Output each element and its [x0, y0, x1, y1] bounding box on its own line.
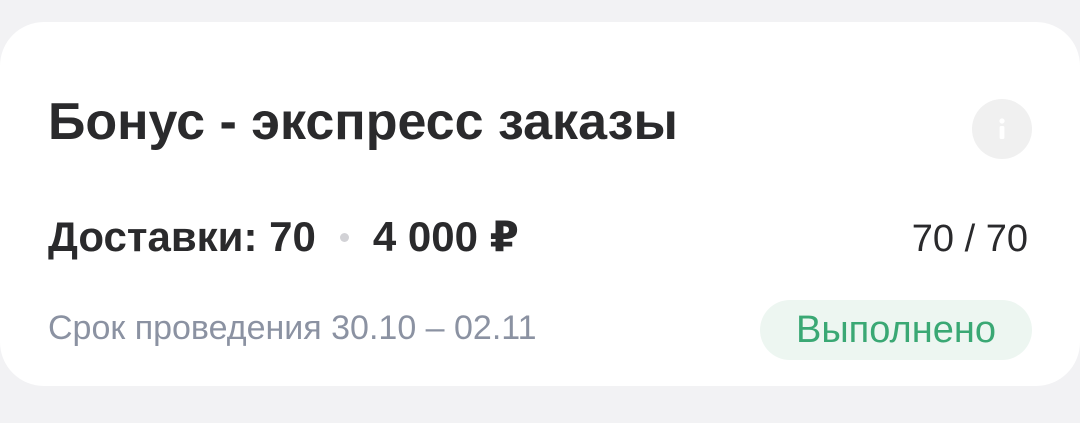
- separator-dot: [339, 232, 349, 242]
- bonus-title: Бонус - экспресс заказы: [48, 93, 678, 151]
- info-button[interactable]: [972, 99, 1032, 159]
- bonus-period: Срок проведения 30.10 – 02.11: [48, 309, 537, 347]
- status-badge: Выполнено: [760, 300, 1032, 360]
- info-icon: [999, 118, 1005, 139]
- bonus-amount: 4 000 ₽: [372, 213, 519, 260]
- bonus-card[interactable]: Бонус - экспресс заказы Доставки: 70 4 0…: [0, 22, 1080, 386]
- deliveries-count: Доставки: 70: [48, 213, 316, 260]
- progress-counter: 70 / 70: [911, 218, 1028, 260]
- bonus-summary: Доставки: 70 4 000 ₽: [48, 216, 519, 258]
